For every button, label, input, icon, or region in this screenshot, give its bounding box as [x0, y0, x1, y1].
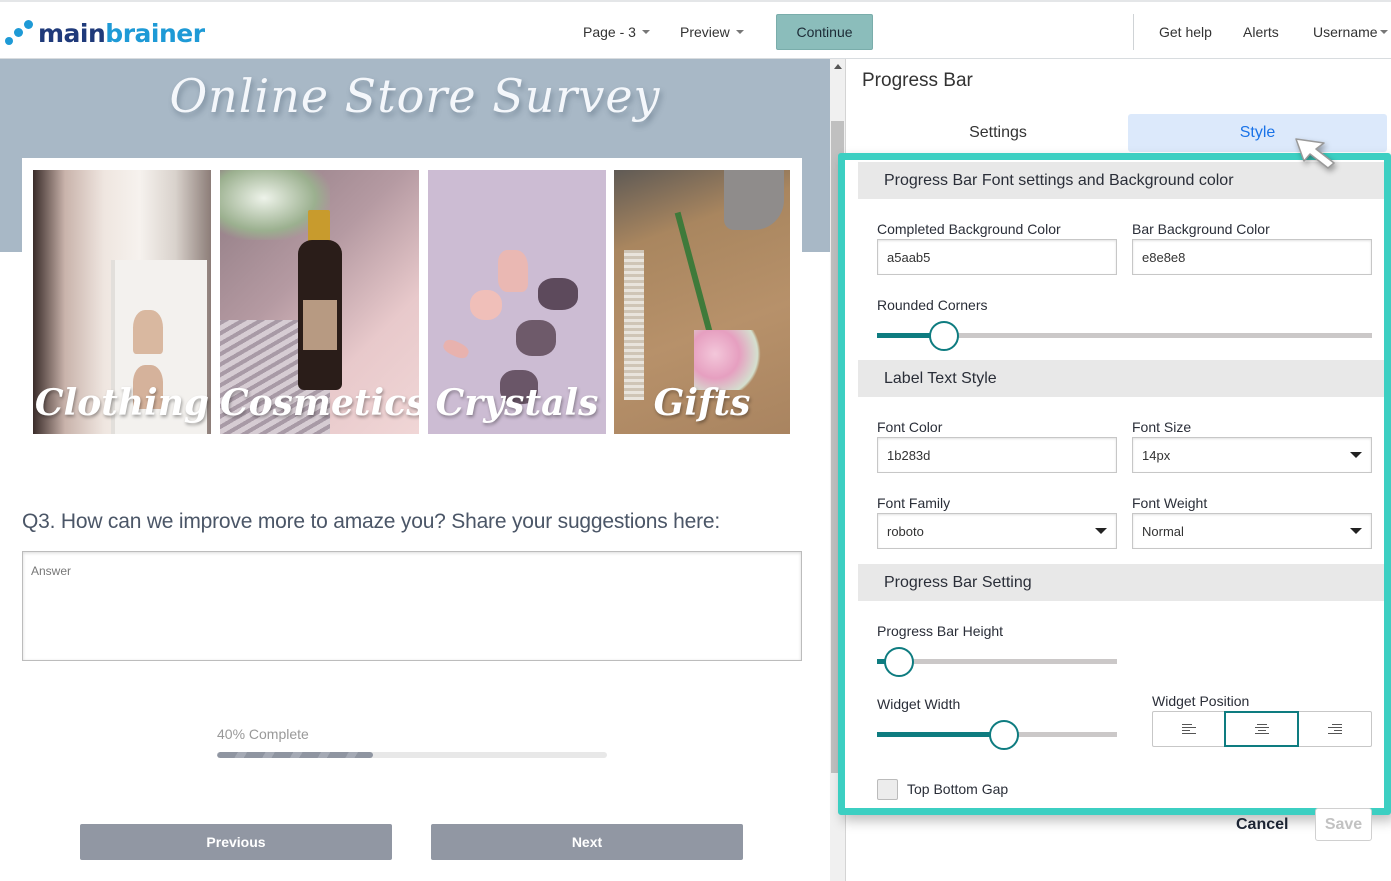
category-tile-crystals[interactable]: Crystals — [428, 170, 606, 434]
progress-bar-fill — [217, 752, 373, 758]
top-bottom-gap-label: Top Bottom Gap — [907, 781, 1009, 797]
previous-button[interactable]: Previous — [80, 824, 392, 860]
align-center-button[interactable] — [1224, 711, 1299, 747]
dropdown-caret-icon — [1095, 528, 1107, 534]
widget-width-label: Widget Width — [877, 696, 961, 712]
tab-style[interactable]: Style — [1128, 114, 1387, 152]
answer-textarea[interactable] — [22, 551, 802, 661]
font-family-select[interactable]: roboto — [877, 513, 1117, 549]
logo-text: mainbrainer — [38, 18, 205, 48]
slider-handle[interactable] — [884, 647, 914, 677]
section-heading-bar-setting: Progress Bar Setting — [858, 564, 1384, 601]
align-right-button[interactable] — [1298, 712, 1371, 746]
survey-title: Online Store Survey — [169, 69, 661, 123]
chevron-down-icon — [735, 30, 744, 34]
divider — [1133, 14, 1134, 50]
chevron-down-icon — [1379, 30, 1388, 34]
slider-handle[interactable] — [989, 720, 1019, 750]
category-image-card: Clothing Cosmetics Crystals Gifts — [22, 158, 802, 444]
category-tile-clothing[interactable]: Clothing — [33, 170, 211, 434]
get-help-link[interactable]: Get help — [1159, 14, 1212, 50]
font-size-label: Font Size — [1132, 419, 1192, 435]
progress-bar — [217, 752, 607, 758]
slider-fill — [877, 732, 1004, 737]
rounded-corners-label: Rounded Corners — [877, 297, 988, 313]
font-color-input[interactable]: 1b283d — [877, 437, 1117, 473]
dropdown-caret-icon — [1350, 452, 1362, 458]
logo-dots-icon — [4, 18, 36, 48]
category-label: Clothing — [34, 382, 210, 424]
alerts-link[interactable]: Alerts — [1243, 14, 1279, 50]
font-family-label: Font Family — [877, 495, 951, 511]
align-center-icon — [1255, 724, 1269, 734]
panel-title: Progress Bar — [862, 70, 973, 91]
font-color-label: Font Color — [877, 419, 943, 435]
completed-bg-color-input[interactable]: a5aab5 — [877, 239, 1117, 275]
tab-settings[interactable]: Settings — [868, 114, 1128, 152]
category-tile-gifts[interactable]: Gifts — [614, 170, 790, 434]
top-navbar: mainbrainer Page - 3 Preview Continue Ge… — [0, 0, 1391, 59]
align-right-icon — [1328, 724, 1342, 734]
bar-bg-color-input[interactable]: e8e8e8 — [1132, 239, 1372, 275]
slider-handle[interactable] — [929, 321, 959, 351]
widget-position-group — [1152, 711, 1372, 747]
progress-label: 40% Complete — [217, 726, 309, 742]
font-weight-select[interactable]: Normal — [1132, 513, 1372, 549]
continue-button[interactable]: Continue — [776, 14, 873, 50]
preview-dropdown[interactable]: Preview — [680, 14, 744, 50]
widget-width-slider[interactable] — [877, 719, 1117, 750]
top-bottom-gap-checkbox[interactable] — [877, 779, 898, 800]
cancel-button[interactable]: Cancel — [1236, 810, 1288, 840]
bar-height-slider[interactable] — [877, 646, 1117, 677]
save-button[interactable]: Save — [1315, 808, 1372, 841]
category-label: Cosmetics — [220, 382, 419, 424]
category-label: Gifts — [653, 382, 751, 424]
user-menu-dropdown[interactable]: Username — [1313, 14, 1388, 50]
section-heading-label-text: Label Text Style — [858, 360, 1384, 397]
style-settings-panel: Progress Bar Font settings and Backgroun… — [838, 153, 1391, 815]
mouse-pointer-icon — [1295, 138, 1335, 169]
scroll-up-arrow-icon[interactable] — [834, 64, 842, 69]
survey-preview: Online Store Survey Clothing Cosmetics C… — [0, 59, 830, 881]
dropdown-caret-icon — [1350, 528, 1362, 534]
font-weight-label: Font Weight — [1132, 495, 1208, 511]
completed-bg-color-label: Completed Background Color — [877, 221, 1061, 237]
brand-logo[interactable]: mainbrainer — [4, 16, 205, 50]
align-left-icon — [1182, 724, 1196, 734]
bar-height-label: Progress Bar Height — [877, 623, 1004, 639]
bar-bg-color-label: Bar Background Color — [1132, 221, 1270, 237]
chevron-down-icon — [641, 30, 650, 34]
font-size-select[interactable]: 14px — [1132, 437, 1372, 473]
category-label: Crystals — [435, 382, 599, 424]
page-dropdown[interactable]: Page - 3 — [583, 14, 650, 50]
widget-position-label: Widget Position — [1152, 693, 1250, 709]
next-button[interactable]: Next — [431, 824, 743, 860]
align-left-button[interactable] — [1153, 712, 1225, 746]
rounded-corners-slider[interactable] — [877, 320, 1372, 351]
question-text: Q3. How can we improve more to amaze you… — [22, 510, 721, 533]
category-tile-cosmetics[interactable]: Cosmetics — [220, 170, 419, 434]
